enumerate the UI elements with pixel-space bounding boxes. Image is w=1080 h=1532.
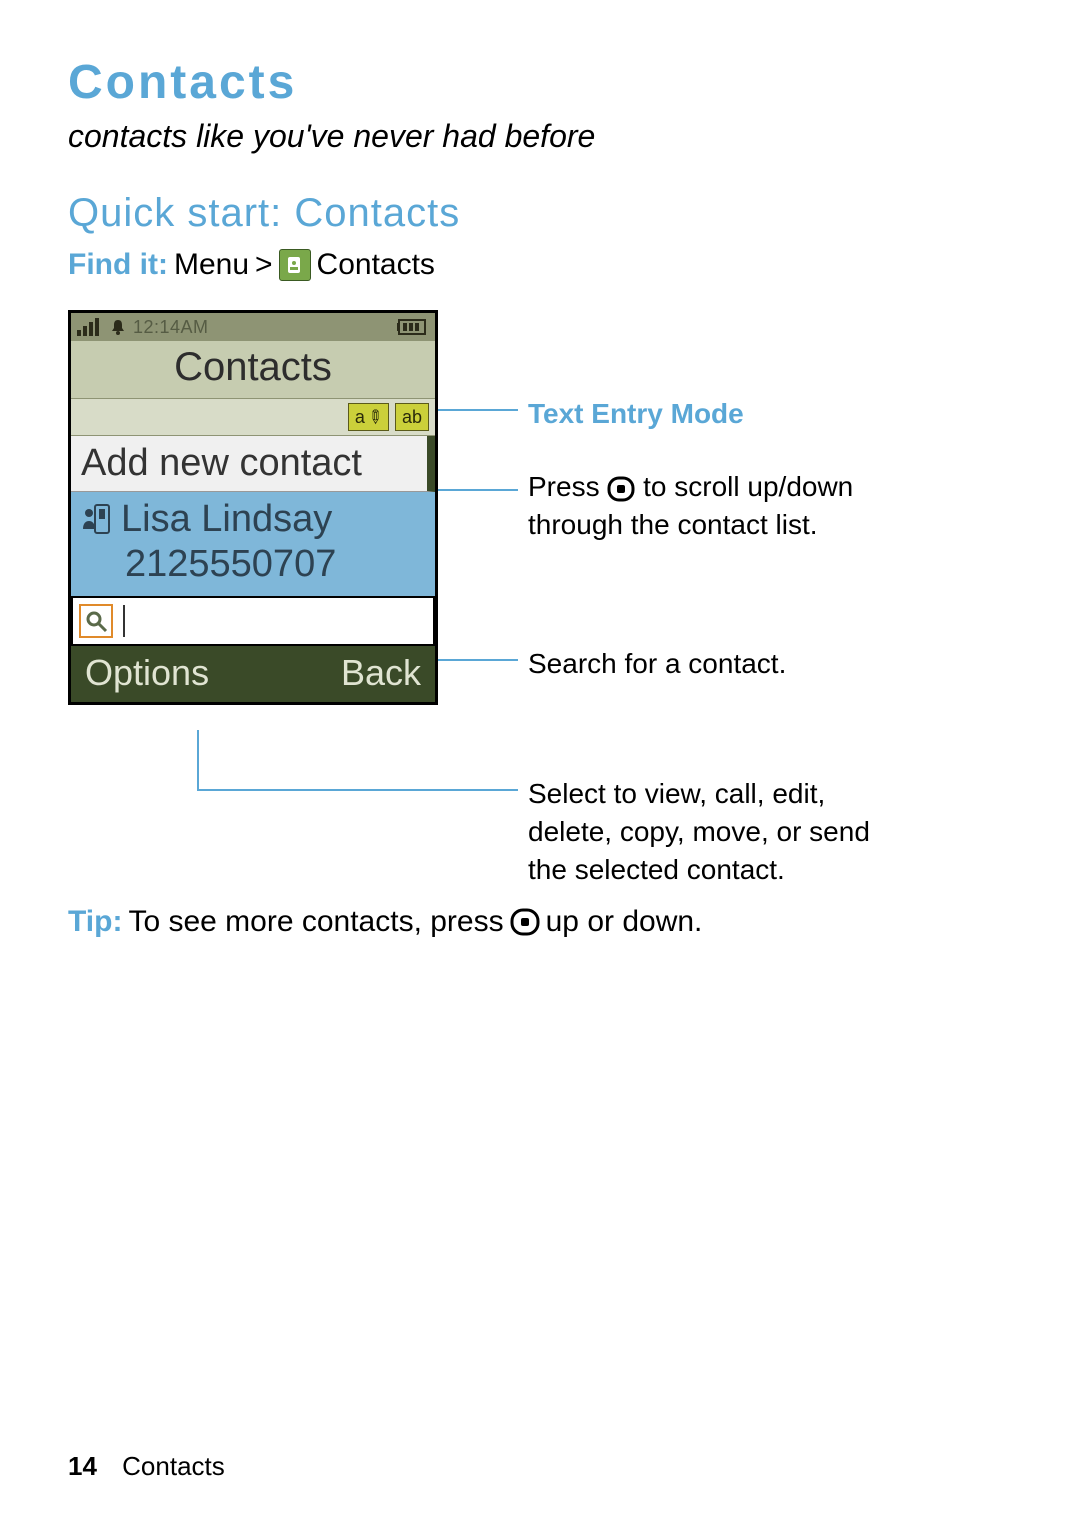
page-number: 14 xyxy=(68,1451,97,1481)
footer-section: Contacts xyxy=(122,1451,225,1481)
search-input[interactable] xyxy=(71,596,435,646)
battery-icon xyxy=(397,319,429,335)
softkey-bar: Options Back xyxy=(71,646,435,702)
tip-line: Tip: To see more contacts, press up or d… xyxy=(68,905,1012,939)
callout-search: Search for a contact. xyxy=(528,645,786,683)
text-entry-mode-row: a✎ ab xyxy=(71,398,435,436)
callout-options: Select to view, call, edit, delete, copy… xyxy=(528,775,968,888)
phone-screen-title: Contacts xyxy=(71,341,435,398)
search-icon xyxy=(79,604,113,638)
find-it-target: Contacts xyxy=(317,248,435,282)
softkey-options[interactable]: Options xyxy=(85,652,209,694)
add-new-contact-item[interactable]: Add new contact xyxy=(71,436,435,492)
bell-icon xyxy=(109,318,127,336)
dpad-icon xyxy=(607,476,635,502)
contact-name: Lisa Lindsay xyxy=(121,498,332,541)
contacts-app-icon xyxy=(279,249,311,281)
text-cursor xyxy=(123,605,125,637)
find-it-label: Find it: xyxy=(68,248,168,282)
tip-label: Tip: xyxy=(68,905,122,939)
callout-scroll: Press to scroll up/down through the cont… xyxy=(528,468,948,544)
dpad-icon xyxy=(510,908,540,936)
page-footer: 14 Contacts xyxy=(68,1451,225,1482)
entry-mode-chip-single[interactable]: a✎ xyxy=(348,403,389,431)
phone-screenshot: 12:14AM Contacts a✎ ab Add new contact L… xyxy=(68,310,438,705)
entry-mode-chip-abc[interactable]: ab xyxy=(395,403,429,431)
contact-number: 2125550707 xyxy=(81,543,425,586)
callout-text-entry-mode: Text Entry Mode xyxy=(528,395,744,433)
page-heading: Contacts xyxy=(68,55,1012,110)
find-it-path: Find it: Menu > Contacts xyxy=(68,248,1012,282)
tagline: contacts like you've never had before xyxy=(68,118,1012,155)
section-heading: Quick start: Contacts xyxy=(68,191,1012,236)
contact-list-item-selected[interactable]: Lisa Lindsay 2125550707 xyxy=(71,492,435,596)
find-it-menu: Menu xyxy=(174,248,249,282)
mobile-phone-icon xyxy=(81,503,111,537)
status-bar: 12:14AM xyxy=(71,313,435,341)
find-it-separator: > xyxy=(255,248,273,282)
status-time: 12:14AM xyxy=(133,317,209,338)
softkey-back[interactable]: Back xyxy=(341,652,421,694)
signal-icon xyxy=(77,318,103,336)
